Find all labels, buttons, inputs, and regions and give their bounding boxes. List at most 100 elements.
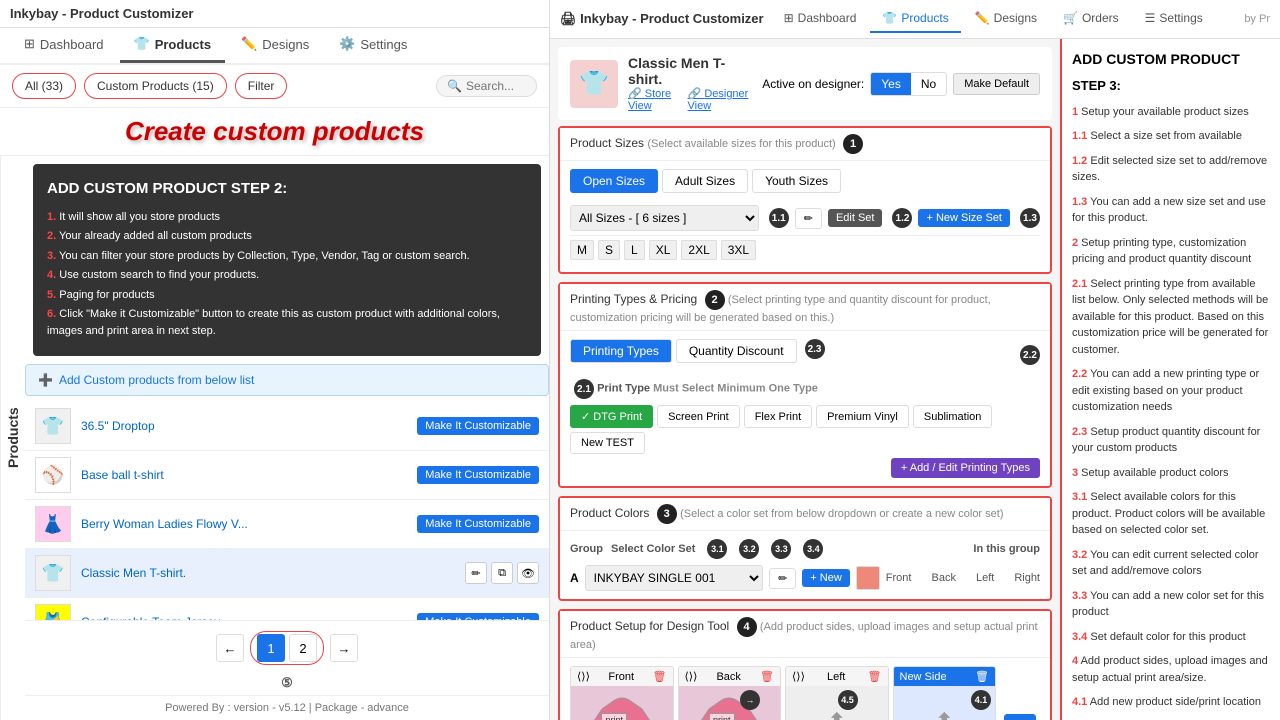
add-custom-bar[interactable]: ➕ Add Custom products from below list [25, 364, 549, 396]
prev-page-btn[interactable]: ← [216, 634, 244, 662]
product-header-thumb: 👕 [570, 60, 618, 108]
toggle-group: Yes No [870, 72, 947, 96]
back-delete-icon[interactable]: 🗑 [760, 670, 774, 683]
printing-types-tab[interactable]: Printing Types [570, 339, 672, 363]
left-shirt-img: ⬆ Upload Image 4.3 4.5 [786, 686, 888, 720]
screen-print-btn[interactable]: Screen Print [657, 405, 740, 428]
list-item[interactable]: 🎽 Configurable Team Jersey Make It Custo… [25, 598, 549, 620]
version: version - v5.12 [234, 702, 306, 714]
right-tab-designs[interactable]: ✏️ Designs [963, 5, 1049, 33]
right-tab-dashboard[interactable]: ⊞ Dashboard [772, 5, 869, 33]
search-icon: 🔍 [447, 79, 462, 93]
printing-section: Printing Types & Pricing 2 (Select print… [558, 282, 1052, 488]
design-side-front: ⟨⟩⟩ Front 🗑 printarea 4.4 [570, 666, 674, 720]
print-2.3-badge: 2.3 [805, 339, 825, 359]
app-logo-right: 🖨 Inkybay - Product Customizer [560, 11, 764, 27]
right-tab-products[interactable]: 👕 Products [870, 5, 960, 33]
col-select-header: Select Color Set [611, 543, 695, 555]
designer-view-link[interactable]: 🔗 Designer View [688, 87, 753, 112]
tab-dashboard[interactable]: ⊞ Dashboard [10, 28, 118, 63]
color-set-select[interactable]: INKYBAY SINGLE 001 [585, 565, 763, 591]
yes-toggle-btn[interactable]: Yes [871, 73, 911, 95]
list-item[interactable]: 👕 Classic Men T-shirt. ✏ ⧉ 👁 [25, 549, 549, 598]
quantity-discount-tab[interactable]: Quantity Discount [676, 339, 797, 363]
size-3xl: 3XL [721, 240, 756, 260]
eye-icon[interactable]: 👁 [517, 562, 539, 584]
new-test-btn[interactable]: New TEST [570, 432, 645, 454]
custom-products-btn[interactable]: Custom Products (15) [84, 73, 227, 99]
front-delete-icon[interactable]: 🗑 [653, 670, 667, 683]
step2-item-1: 1. It will show all you store products [47, 209, 527, 226]
back-shirt-img: printarea → [679, 686, 781, 720]
upload-area-new: ⬆ Upload Image [913, 708, 975, 720]
page-2-btn[interactable]: 2 [289, 634, 317, 662]
premium-vinyl-btn[interactable]: Premium Vinyl [816, 405, 909, 428]
left-delete-icon[interactable]: 🗑 [868, 670, 882, 683]
edit-icon-size[interactable]: ✏ [795, 208, 822, 229]
make-default-btn[interactable]: Make Default [953, 73, 1040, 95]
right-tab-settings[interactable]: ☰ Settings [1133, 5, 1215, 33]
product-header-info: Classic Men T-shirt. 🔗 Store View 🔗 Desi… [628, 55, 752, 112]
size-set-select[interactable]: All Sizes - [ 6 sizes ] [570, 205, 759, 231]
edit-icon[interactable]: ✏ [465, 562, 487, 584]
search-input[interactable] [466, 79, 526, 93]
add-custom-label: Add Custom products from below list [59, 373, 254, 387]
help-item-1: 1 Setup your available product sizes [1072, 104, 1270, 121]
sizes-badge: 1 [843, 134, 863, 154]
new-color-btn[interactable]: + New [802, 569, 850, 587]
youth-sizes-tab[interactable]: Youth Sizes [752, 169, 841, 193]
flex-print-btn[interactable]: Flex Print [744, 405, 812, 428]
next-page-btn[interactable]: → [330, 634, 358, 662]
design-grid: ⟨⟩⟩ Front 🗑 printarea 4.4 [570, 666, 1040, 720]
upload-arrow-new: ⬆ [934, 708, 954, 720]
page-1-btn[interactable]: 1 [257, 634, 285, 662]
store-view-link[interactable]: 🔗 Store View [628, 87, 680, 112]
tab-designs[interactable]: ✏️ Designs [227, 28, 323, 63]
help-item-4.1: 4.1 Add new product side/print location [1072, 694, 1270, 711]
help-item-3: 3 Setup available product colors [1072, 465, 1270, 482]
make-customizable-btn[interactable]: Make It Customizable [417, 515, 539, 533]
design-tool-section: Product Setup for Design Tool 4 (Add pro… [558, 609, 1052, 720]
make-customizable-btn[interactable]: Make It Customizable [417, 417, 539, 435]
adult-sizes-tab[interactable]: Adult Sizes [662, 169, 748, 193]
search-bar[interactable]: 🔍 [436, 75, 537, 97]
right-tab-orders[interactable]: 🛒 Orders [1051, 5, 1131, 33]
page-group: 1 2 [250, 631, 324, 665]
right-nav-tabs: ⊞ Dashboard 👕 Products ✏️ Designs 🛒 Orde… [772, 5, 1215, 33]
colors-header-row: Group Select Color Set 3.1 3.2 3.3 3.4 I… [570, 539, 1040, 559]
in-group-header: In this group [973, 543, 1040, 555]
size-s: S [598, 240, 620, 260]
edit-color-set-btn[interactable]: ✏ [769, 568, 796, 589]
no-toggle-btn[interactable]: No [911, 73, 946, 95]
view-links: 🔗 Store View 🔗 Designer View [628, 87, 752, 112]
make-customizable-btn[interactable]: Make It Customizable [417, 613, 539, 620]
color-swatch[interactable] [856, 566, 880, 590]
add-edit-printing-btn[interactable]: + Add / Edit Printing Types [891, 458, 1040, 478]
designs-icon: ✏️ [241, 36, 257, 52]
tab-settings[interactable]: ⚙️ Settings [325, 28, 421, 63]
help-item-3.4: 3.4 Set default color for this product [1072, 629, 1270, 646]
front-shirt-img: printarea 4.4 [571, 686, 673, 720]
product-actions: ✏ ⧉ 👁 [465, 562, 539, 584]
edit-set-btn[interactable]: Edit Set [828, 209, 883, 227]
list-item[interactable]: ⚾ Base ball t-shirt Make It Customizable [25, 451, 549, 500]
sublimation-btn[interactable]: Sublimation [913, 405, 992, 428]
product-thumb: 👗 [35, 506, 71, 542]
new-side-delete-icon[interactable]: 🗑 [975, 670, 989, 683]
sizes-section-header: Product Sizes (Select available sizes fo… [560, 128, 1050, 161]
tab-products[interactable]: 👕 Products [120, 28, 226, 63]
add-side-col: + Side [1000, 666, 1040, 720]
add-side-btn[interactable]: + Side [1004, 714, 1036, 720]
make-customizable-btn[interactable]: Make It Customizable [417, 466, 539, 484]
list-item[interactable]: 👗 Berry Woman Ladies Flowy V... Make It … [25, 500, 549, 549]
size-l: L [624, 240, 645, 260]
list-item[interactable]: 👕 36.5" Droptop Make It Customizable [25, 402, 549, 451]
new-size-set-btn[interactable]: + New Size Set [918, 209, 1010, 227]
dashboard-icon: ⊞ [24, 36, 35, 52]
open-sizes-tab[interactable]: Open Sizes [570, 169, 658, 193]
dtg-print-btn[interactable]: ✓ DTG Print [570, 405, 653, 428]
copy-icon[interactable]: ⧉ [491, 562, 513, 584]
product-thumb: 👕 [35, 555, 71, 591]
filter-btn[interactable]: Filter [235, 73, 288, 99]
all-filter-btn[interactable]: All (33) [12, 73, 76, 99]
